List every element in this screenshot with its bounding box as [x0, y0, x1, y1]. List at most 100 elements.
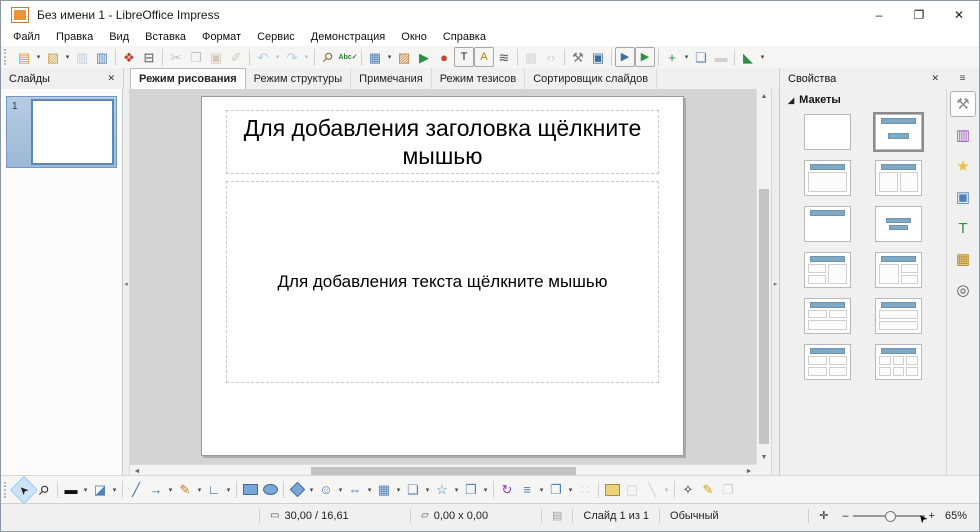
callout-shapes-dropdown-icon[interactable]: ▾: [423, 480, 432, 500]
insert-text-box-draw-icon[interactable]: [602, 480, 622, 500]
menu-tools[interactable]: Сервис: [249, 29, 303, 46]
flowchart-shapes-icon[interactable]: ▦: [374, 480, 394, 500]
basic-shapes-dropdown-icon[interactable]: ▾: [307, 480, 316, 500]
scroll-up-icon[interactable]: ▲: [757, 89, 771, 103]
flowchart-shapes-dropdown-icon[interactable]: ▾: [394, 480, 403, 500]
start-from-first-slide-icon[interactable]: ▶: [615, 47, 635, 67]
star-shapes-dropdown-icon[interactable]: ▾: [452, 480, 461, 500]
ellipse-icon[interactable]: [260, 480, 280, 500]
fill-color-icon[interactable]: ◪: [90, 480, 110, 500]
text-placeholder[interactable]: Для добавления текста щёлкните мышью: [226, 181, 659, 383]
layout-option-title-only[interactable]: [804, 206, 851, 242]
properties-tab-icon[interactable]: ⚒: [951, 92, 975, 116]
fit-slide-icon[interactable]: ✛: [809, 509, 838, 522]
vertical-scrollbar[interactable]: ▲ ▼: [756, 89, 771, 464]
layout-option-title-content[interactable]: [804, 160, 851, 196]
gallery-tab-icon[interactable]: ▦: [951, 247, 975, 271]
line-ends-arrow-dropdown-icon[interactable]: ▾: [166, 480, 175, 500]
toolbar-grip[interactable]: [4, 49, 10, 65]
show-draw-functions-icon[interactable]: ◣: [738, 47, 758, 67]
curve-dropdown-icon[interactable]: ▾: [195, 480, 204, 500]
new-slide-icon[interactable]: +: [662, 47, 682, 67]
arrange-objects-icon[interactable]: ❐: [546, 480, 566, 500]
connector-icon[interactable]: ∟: [204, 480, 224, 500]
layout-option-blank[interactable]: [804, 114, 851, 150]
slide-properties-icon[interactable]: ⚒: [568, 47, 588, 67]
restore-button[interactable]: ❐: [899, 1, 939, 29]
arrange-objects-dropdown-icon[interactable]: ▾: [566, 480, 575, 500]
symbol-shapes-dropdown-icon[interactable]: ▾: [336, 480, 345, 500]
navigator-tab-icon[interactable]: ◎: [951, 278, 975, 302]
master-slide-icon[interactable]: ▣: [588, 47, 608, 67]
tab-normal-view[interactable]: Режим рисования: [130, 68, 246, 89]
menu-window[interactable]: Окно: [393, 29, 435, 46]
export-pdf-icon[interactable]: ❖: [119, 47, 139, 67]
edit-points-icon[interactable]: ✧: [678, 480, 698, 500]
duplicate-slide-icon[interactable]: ❏: [691, 47, 711, 67]
align-objects-dropdown-icon[interactable]: ▾: [537, 480, 546, 500]
open-dropdown-icon[interactable]: ▾: [63, 47, 72, 67]
menu-edit[interactable]: Правка: [48, 29, 101, 46]
insert-table-dropdown-icon[interactable]: ▾: [385, 47, 394, 67]
sidebar-menu-icon[interactable]: ≡: [946, 68, 979, 89]
block-arrows-dropdown-icon[interactable]: ▾: [365, 480, 374, 500]
slides-panel-close-icon[interactable]: ✕: [99, 73, 123, 84]
layouts-section-header[interactable]: ◢ Макеты: [780, 89, 946, 109]
zoom-in-icon[interactable]: +: [929, 510, 935, 522]
tab-outline-view[interactable]: Режим структуры: [246, 68, 352, 89]
menu-file[interactable]: Файл: [5, 29, 48, 46]
layout-option-title-1left-2right[interactable]: [875, 252, 922, 288]
glue-points-icon[interactable]: ✎: [698, 480, 718, 500]
layout-option-title-2rows[interactable]: [875, 298, 922, 334]
line-style-icon[interactable]: ▬: [61, 480, 81, 500]
layout-option-title-2top-1bottom[interactable]: [804, 298, 851, 334]
layout-option-title-sub[interactable]: [875, 114, 922, 150]
slide-count-field[interactable]: Слайд 1 из 1: [573, 510, 659, 522]
zoom-pan-icon[interactable]: ⚲: [30, 475, 58, 503]
menu-insert[interactable]: Вставка: [137, 29, 194, 46]
insert-table-icon[interactable]: ▦: [365, 47, 385, 67]
layout-option-title-2col[interactable]: [875, 160, 922, 196]
fill-color-dropdown-icon[interactable]: ▾: [110, 480, 119, 500]
symbol-shapes-icon[interactable]: ☺: [316, 480, 336, 500]
rotate-icon[interactable]: ↻: [497, 480, 517, 500]
basic-shapes-icon[interactable]: [287, 480, 307, 500]
start-from-current-slide-icon[interactable]: ▶: [635, 47, 655, 67]
toolbar-grip[interactable]: [4, 482, 10, 498]
3d-objects-dropdown-icon[interactable]: ▾: [481, 480, 490, 500]
zoom-slider-thumb[interactable]: [885, 511, 896, 522]
3d-objects-icon[interactable]: ❒: [461, 480, 481, 500]
open-icon[interactable]: ▧: [43, 47, 63, 67]
curve-icon[interactable]: ✎: [175, 480, 195, 500]
new-presentation-dropdown-icon[interactable]: ▾: [34, 47, 43, 67]
menu-format[interactable]: Формат: [194, 29, 249, 46]
slide-transition-tab-icon[interactable]: ▥: [951, 123, 975, 147]
print-icon[interactable]: ⊟: [139, 47, 159, 67]
view-mode-field[interactable]: Обычный: [660, 510, 729, 522]
object-size-field[interactable]: ▱ 0,00 x 0,00: [411, 510, 541, 522]
show-draw-functions-dropdown-icon[interactable]: ▾: [758, 47, 767, 67]
close-button[interactable]: ✕: [939, 1, 979, 29]
document-modified-icon[interactable]: ▤: [542, 509, 572, 522]
minimize-button[interactable]: –: [859, 1, 899, 29]
cursor-position-field[interactable]: ▭ 30,00 / 16,61: [260, 510, 410, 522]
properties-panel-close-icon[interactable]: ✕: [923, 73, 947, 84]
new-presentation-icon[interactable]: ▤: [14, 47, 34, 67]
slide-thumbnail-1[interactable]: 1: [6, 96, 117, 168]
star-shapes-icon[interactable]: ☆: [432, 480, 452, 500]
block-arrows-icon[interactable]: ⇔: [345, 480, 365, 500]
insert-image-icon[interactable]: ▨: [394, 47, 414, 67]
tab-slide-sorter-view[interactable]: Сортировщик слайдов: [525, 68, 657, 89]
line-ends-arrow-icon[interactable]: →: [146, 480, 166, 500]
slide-canvas[interactable]: Для добавления заголовка щёлкните мышью …: [201, 96, 684, 456]
master-slides-tab-icon[interactable]: ▣: [951, 185, 975, 209]
line-style-dropdown-icon[interactable]: ▾: [81, 480, 90, 500]
left-panel-splitter[interactable]: ◂: [123, 89, 130, 478]
menu-view[interactable]: Вид: [101, 29, 137, 46]
new-slide-dropdown-icon[interactable]: ▾: [682, 47, 691, 67]
zoom-slider-track[interactable]: [853, 515, 925, 517]
styles-tab-icon[interactable]: T: [951, 216, 975, 240]
insert-special-character-icon[interactable]: ≋: [494, 47, 514, 67]
insert-media-icon[interactable]: ▶: [414, 47, 434, 67]
connector-dropdown-icon[interactable]: ▾: [224, 480, 233, 500]
